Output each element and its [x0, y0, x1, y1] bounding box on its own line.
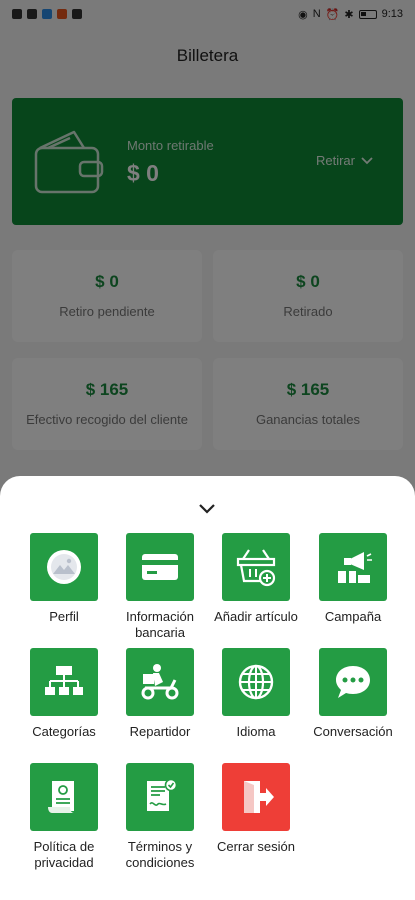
campaign-tile: [319, 533, 387, 601]
basket-add-icon: [236, 549, 276, 587]
privacy-policy-tile: [30, 763, 98, 831]
menu-label: Política de privacidad: [33, 839, 95, 870]
delivery-person-tile: [126, 648, 194, 716]
profile-tile: [30, 533, 98, 601]
menu-item-conversation[interactable]: Conversación: [303, 648, 403, 740]
menu-label: Idioma: [236, 724, 276, 739]
megaphone-gift-icon: [338, 552, 372, 583]
menu-label: Información bancaria: [126, 609, 194, 640]
terms-document-icon: [147, 778, 178, 811]
menu-item-campaign[interactable]: Campaña: [303, 533, 403, 625]
menu-item-logout[interactable]: Cerrar sesión: [206, 763, 306, 855]
menu-label: Categorías: [32, 724, 96, 739]
categories-tile: [30, 648, 98, 716]
menu-label: Campaña: [324, 609, 382, 624]
add-article-tile: [222, 533, 290, 601]
menu-item-privacy-policy[interactable]: Política de privacidad: [14, 763, 114, 871]
menu-label: Cerrar sesión: [216, 839, 296, 854]
menu-item-bank-info[interactable]: Información bancaria: [110, 533, 210, 641]
globe-icon: [238, 664, 274, 700]
bank-info-tile: [126, 533, 194, 601]
menu-item-add-article[interactable]: Añadir artículo: [206, 533, 306, 625]
logout-icon: [244, 781, 274, 813]
menu-item-terms[interactable]: Términos y condiciones: [110, 763, 210, 871]
chat-bubble-icon: [336, 666, 370, 698]
language-tile: [222, 648, 290, 716]
menu-label: Conversación: [313, 724, 393, 739]
menu-label: Repartidor: [129, 724, 191, 739]
profile-image-icon: [47, 550, 81, 584]
menu-label: Añadir artículo: [214, 609, 298, 624]
menu-label: Términos y condiciones: [125, 839, 195, 870]
bottom-sheet-menu: Perfil Información bancaria Añadir artíc…: [0, 476, 415, 900]
menu-label: Perfil: [49, 609, 79, 624]
menu-item-language[interactable]: Idioma: [206, 648, 306, 740]
hierarchy-icon: [45, 666, 83, 695]
delivery-scooter-icon: [141, 664, 179, 700]
menu-item-delivery-person[interactable]: Repartidor: [110, 648, 210, 740]
credit-card-icon: [142, 554, 178, 580]
conversation-tile: [319, 648, 387, 716]
logout-tile: [222, 763, 290, 831]
collapse-chevron-icon[interactable]: [195, 502, 219, 516]
menu-item-categories[interactable]: Categorías: [14, 648, 114, 740]
menu-item-profile[interactable]: Perfil: [14, 533, 114, 625]
policy-document-icon: [48, 781, 74, 813]
terms-tile: [126, 763, 194, 831]
